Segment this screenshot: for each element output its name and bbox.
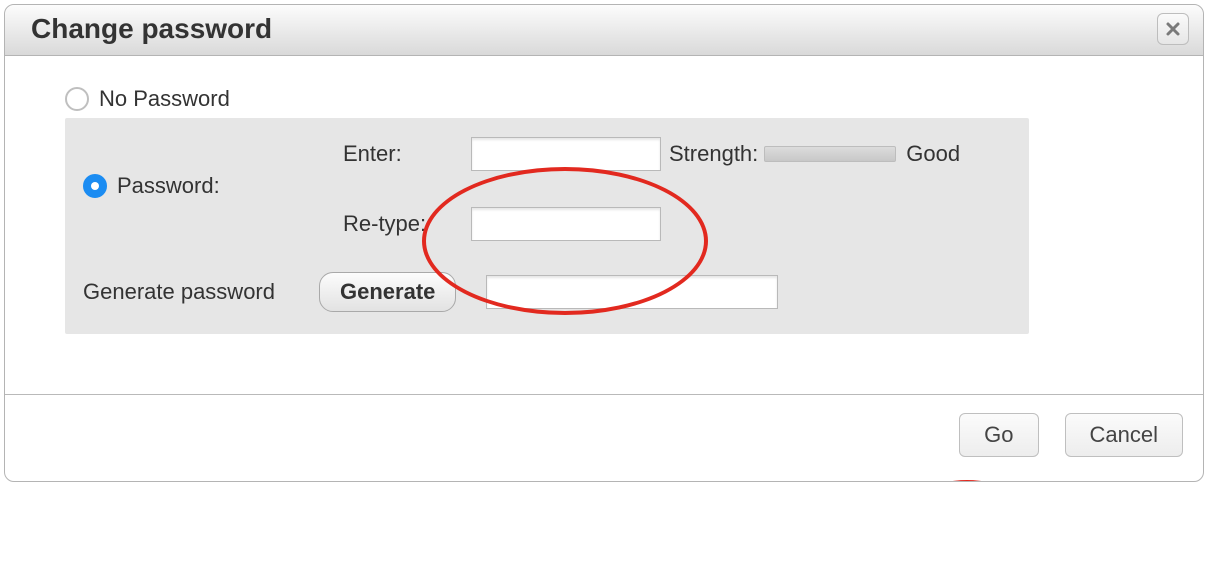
strength-label: Strength: xyxy=(669,141,758,167)
radio-icon xyxy=(83,174,107,198)
option-password[interactable]: Password: xyxy=(83,173,220,199)
strength-meter xyxy=(764,146,896,162)
go-button[interactable]: Go xyxy=(959,413,1038,457)
enter-label: Enter: xyxy=(343,141,471,167)
dialog-content: No Password Password: Enter: Strength: xyxy=(5,56,1203,374)
generate-label: Generate password xyxy=(83,279,275,305)
option-no-password[interactable]: No Password xyxy=(65,86,1163,112)
password-input[interactable] xyxy=(471,137,661,171)
retype-label: Re-type: xyxy=(343,211,471,237)
dialog-titlebar: Change password xyxy=(5,5,1203,56)
generate-row: Generate password Generate xyxy=(83,272,1011,312)
change-password-dialog: Change password No Password Password: xyxy=(4,4,1204,482)
cancel-button[interactable]: Cancel xyxy=(1065,413,1183,457)
close-button[interactable] xyxy=(1157,13,1189,45)
close-icon xyxy=(1165,21,1181,37)
dialog-footer: Go Cancel xyxy=(5,394,1203,481)
generate-button[interactable]: Generate xyxy=(319,272,456,312)
generated-password-output[interactable] xyxy=(486,275,778,309)
radio-icon xyxy=(65,87,89,111)
dialog-title: Change password xyxy=(31,13,272,45)
password-panel: Password: Enter: Strength: Good xyxy=(65,118,1029,334)
password-retype-input[interactable] xyxy=(471,207,661,241)
strength-value: Good xyxy=(906,141,960,167)
option-label: Password: xyxy=(117,173,220,199)
option-label: No Password xyxy=(99,86,230,112)
